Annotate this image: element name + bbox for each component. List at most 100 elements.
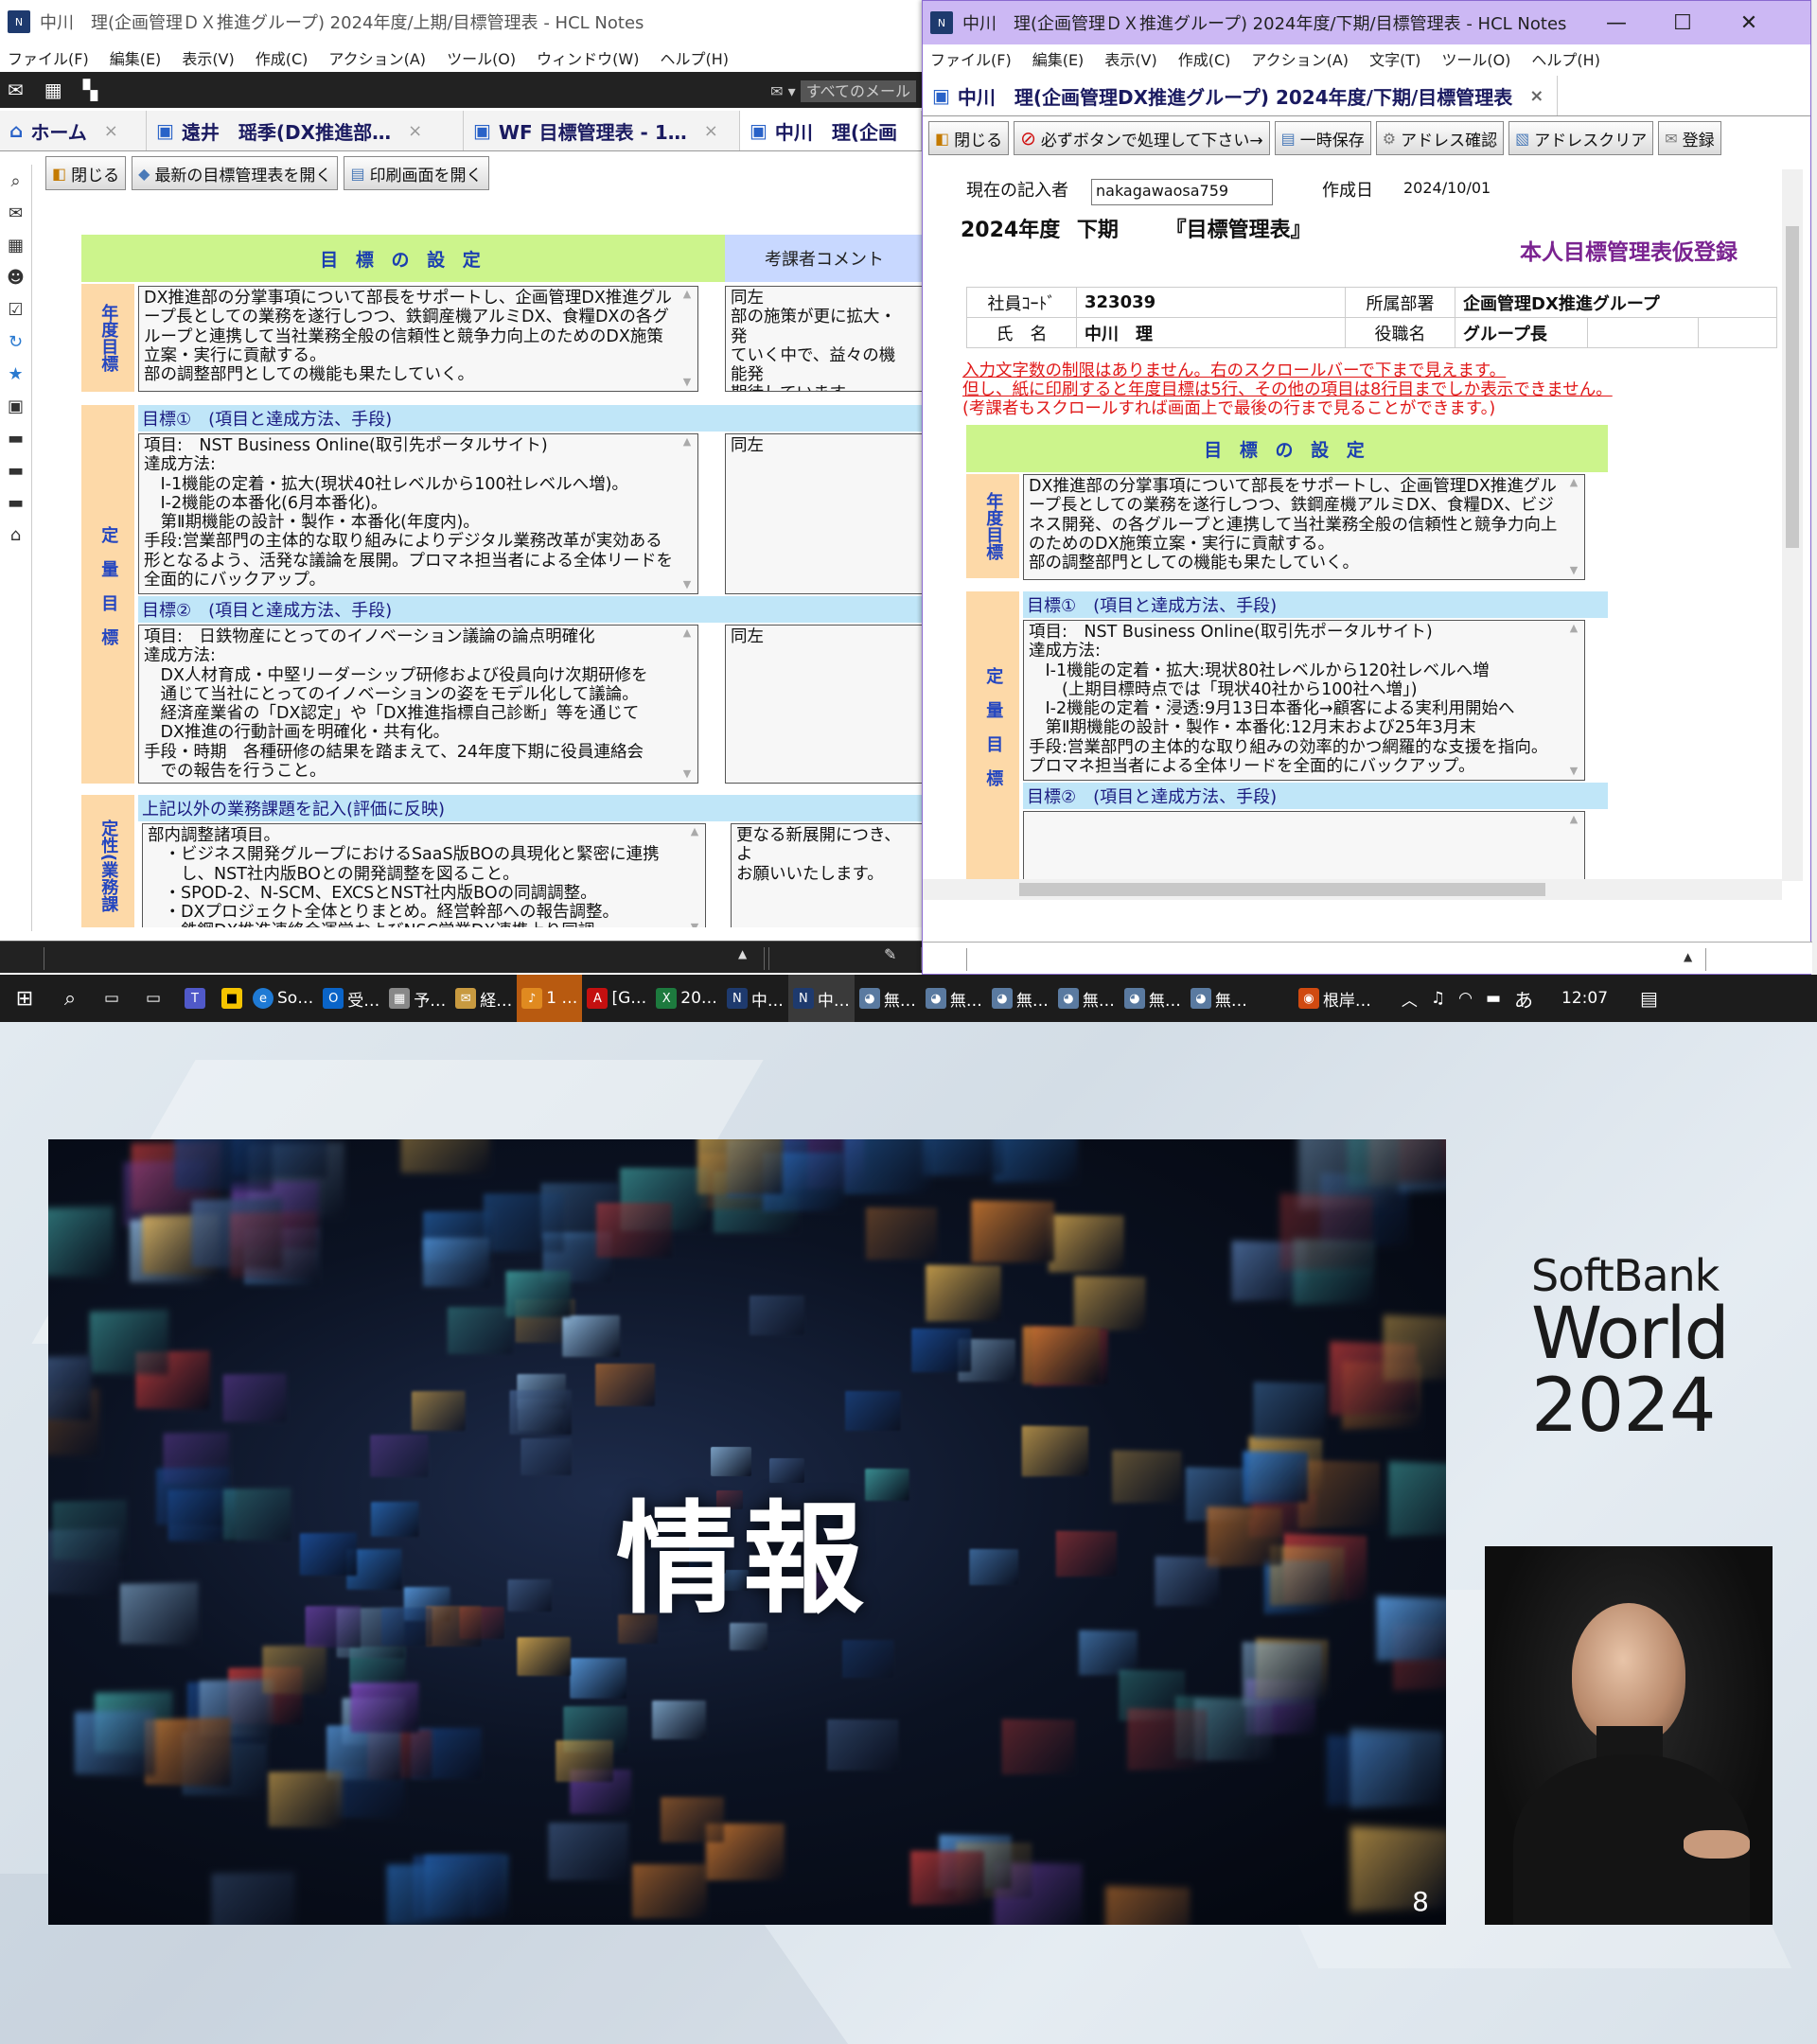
annual-goal-textbox[interactable]: DX推進部の分掌事項について部長をサポートし、企画管理DX推進グループ長としての…: [1023, 474, 1585, 580]
menu-action[interactable]: アクション(A): [1251, 47, 1349, 70]
caret-up-icon[interactable]: ▲: [1684, 950, 1692, 963]
taskbar-app-notes-2[interactable]: N 中…: [787, 975, 855, 1022]
contacts-icon[interactable]: ☻: [0, 261, 31, 293]
chevron-up-icon[interactable]: ︿: [1402, 987, 1418, 1011]
menu-view[interactable]: 表示(V): [182, 46, 234, 69]
address-clear-button[interactable]: ▧ アドレスクリア: [1508, 121, 1654, 155]
taskbar-app-untitled-3[interactable]: ◕ 無…: [987, 975, 1053, 1022]
menu-create[interactable]: 作成(C): [1178, 47, 1231, 70]
notification-icon[interactable]: ▤: [1635, 975, 1663, 1022]
tab-workflow[interactable]: ▣ WF 目標管理表 - 1… ×: [464, 111, 740, 150]
folder-icon[interactable]: ▬: [0, 422, 31, 454]
tab-document[interactable]: ▣ 遠井 瑶季(DX推進部… ×: [147, 111, 464, 150]
scrollbar-thumb[interactable]: [1786, 226, 1799, 548]
annual-goal-textbox[interactable]: DX推進部の分掌事項について部長をサポートし、企画管理DX推進グループ長としての…: [138, 286, 698, 392]
textbox-scrollbar[interactable]: ▲▼: [1565, 813, 1582, 879]
taskbar-app-notes-1[interactable]: N 中…: [722, 975, 788, 1022]
taskbar-app-untitled-4[interactable]: ◕ 無…: [1053, 975, 1120, 1022]
textbox-scrollbar[interactable]: ▲▼: [679, 435, 696, 591]
horizontal-scrollbar[interactable]: [923, 879, 1782, 900]
menu-tools[interactable]: ツール(O): [1441, 47, 1510, 70]
monitor-icon[interactable]: ▭: [132, 975, 174, 1022]
apps-icon[interactable]: ▚: [83, 79, 97, 101]
minimize-button[interactable]: —: [1583, 1, 1649, 44]
battery-icon[interactable]: ▬: [1486, 989, 1501, 1008]
sync-icon[interactable]: ↻: [0, 326, 31, 358]
wifi-icon[interactable]: ◠: [1458, 989, 1473, 1008]
workspace-icon[interactable]: ▣: [0, 390, 31, 422]
menu-create[interactable]: 作成(C): [256, 46, 309, 69]
register-button[interactable]: ✉ 登録: [1658, 121, 1721, 155]
menu-tools[interactable]: ツール(O): [447, 46, 516, 69]
taskbar-app-mail[interactable]: ✉ 経…: [450, 975, 517, 1022]
ime-indicator[interactable]: あ: [1514, 985, 1533, 1013]
mail-icon[interactable]: ✉: [8, 79, 24, 101]
calendar-icon[interactable]: ▦: [0, 229, 31, 261]
favorites-icon[interactable]: ★: [0, 358, 31, 390]
menu-text[interactable]: 文字(T): [1369, 47, 1420, 70]
taskbar-app-excel[interactable]: X 20…: [651, 975, 722, 1022]
menu-file[interactable]: ファイル(F): [8, 46, 89, 69]
folder-icon[interactable]: ▬: [0, 454, 31, 486]
other-comment-textbox[interactable]: 更なる新展開につき、よ お願いいたします。: [731, 823, 922, 927]
address-check-button[interactable]: ⚙ アドレス確認: [1375, 121, 1505, 155]
taskbar-app-untitled-2[interactable]: ◕ 無…: [921, 975, 987, 1022]
annual-comment-textbox[interactable]: 同左 部の施策が更に拡大・発 ていく中で、益々の機能発 期待しています。: [725, 286, 922, 392]
goal2-textbox[interactable]: ▲▼: [1023, 811, 1585, 879]
close-icon[interactable]: ×: [704, 121, 718, 141]
goal1-textbox[interactable]: 項目: NST Business Online(取引先ポータルサイト) 達成方法…: [138, 433, 698, 594]
print-screen-button[interactable]: ▤ 印刷画面を開く: [344, 156, 489, 190]
temp-save-button[interactable]: ▤ 一時保存: [1274, 121, 1371, 155]
taskbar-app-pdf[interactable]: A [G…: [582, 975, 651, 1022]
menu-view[interactable]: 表示(V): [1104, 47, 1156, 70]
tab-current[interactable]: ▣ 中川 理(企画管理DX推進グループ) 2024年度/下期/目標管理表 ×: [923, 76, 1559, 115]
window-titlebar[interactable]: N 中川 理(企画管理ＤＸ推進グループ) 2024年度/上期/目標管理表 - H…: [0, 0, 922, 44]
tab-current[interactable]: ▣ 中川 理(企画: [740, 111, 922, 150]
menu-window[interactable]: ウィンドウ(W): [537, 46, 639, 69]
edit-icon[interactable]: ✎: [884, 945, 896, 963]
must-use-button[interactable]: ⊘ 必ずボタンで処理して下さい→: [1014, 121, 1270, 155]
scrollbar-thumb[interactable]: [1019, 883, 1545, 896]
menu-help[interactable]: ヘルプ(H): [660, 46, 729, 69]
goal1-textbox[interactable]: 項目: NST Business Online(取引先ポータルサイト) 達成方法…: [1023, 620, 1585, 781]
windows-start-icon[interactable]: ⊞: [0, 975, 49, 1022]
menu-action[interactable]: アクション(A): [328, 46, 426, 69]
goal1-comment-textbox[interactable]: 同左: [725, 433, 922, 594]
teams-icon[interactable]: T: [174, 975, 216, 1022]
textbox-scrollbar[interactable]: ▲▼: [686, 825, 703, 927]
taskbar-app-calendar[interactable]: ▦ 予…: [384, 975, 450, 1022]
vertical-scrollbar[interactable]: [1782, 169, 1803, 881]
volume-icon[interactable]: ♫: [1431, 989, 1445, 1008]
search-icon[interactable]: ⌕: [0, 165, 31, 197]
menu-edit[interactable]: 編集(E): [110, 46, 162, 69]
close-window-button[interactable]: ✕: [1716, 1, 1782, 44]
close-icon[interactable]: ×: [1529, 86, 1544, 106]
taskbar-app-notification[interactable]: ♪ 1 …: [517, 975, 583, 1022]
textbox-scrollbar[interactable]: ▲▼: [1565, 622, 1582, 778]
folder-icon[interactable]: ▬: [0, 486, 31, 519]
mail-filter[interactable]: ✉ ▾ すべてのメール: [770, 79, 916, 102]
textbox-scrollbar[interactable]: ▲▼: [679, 288, 696, 389]
caret-up-icon[interactable]: ▲: [738, 947, 747, 960]
other-tasks-textbox[interactable]: 部内調整諸項目。 ・ビジネス開発グループにおけるSaaS版BOの具現化と緊密に連…: [142, 823, 706, 927]
taskbar-app-edge[interactable]: e So…: [248, 975, 318, 1022]
textbox-scrollbar[interactable]: ▲▼: [679, 626, 696, 781]
goal2-textbox[interactable]: 項目: 日鉄物産にとってのイノベーション議論の論点明確化 達成方法: DX人材育…: [138, 625, 698, 784]
writer-field[interactable]: nakagawaosa759: [1091, 179, 1273, 205]
close-icon[interactable]: ×: [408, 121, 422, 141]
search-icon[interactable]: ⌕: [49, 975, 91, 1022]
close-button[interactable]: ◧ 閉じる: [45, 156, 127, 190]
taskbar-app-untitled-1[interactable]: ◕ 無…: [855, 975, 921, 1022]
taskbar-app-untitled-5[interactable]: ◕ 無…: [1120, 975, 1186, 1022]
taskbar-user[interactable]: ◉ 根岸…: [1294, 975, 1376, 1022]
textbox-scrollbar[interactable]: ▲▼: [1565, 476, 1582, 577]
menu-help[interactable]: ヘルプ(H): [1531, 47, 1600, 70]
calendar-icon[interactable]: ▦: [44, 79, 62, 101]
taskbar-app-untitled-6[interactable]: ◕ 無…: [1186, 975, 1252, 1022]
task-view-icon[interactable]: ▭: [91, 975, 132, 1022]
notes-sticky-icon[interactable]: ■: [216, 975, 248, 1022]
mail-icon[interactable]: ✉: [0, 197, 31, 229]
maximize-button[interactable]: ☐: [1649, 1, 1716, 44]
close-button[interactable]: ◧ 閉じる: [928, 121, 1010, 155]
close-icon[interactable]: ×: [104, 121, 118, 141]
